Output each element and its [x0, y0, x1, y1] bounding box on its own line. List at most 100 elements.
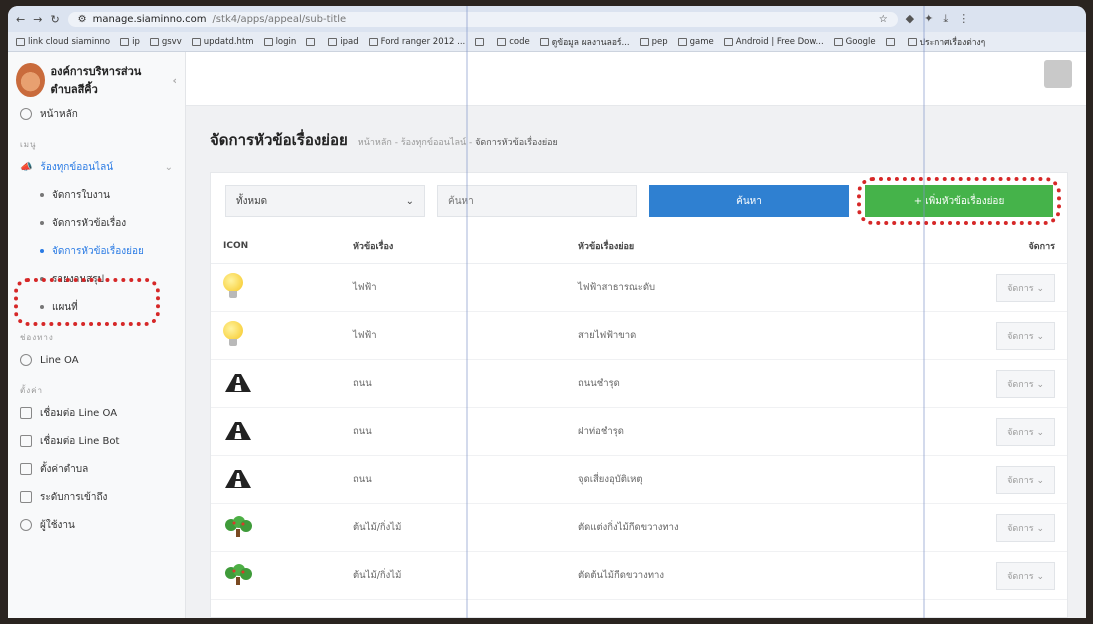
cell-subtopic: จุดเสี่ยงอุบัติเหตุ [566, 455, 867, 504]
breadcrumb-mid[interactable]: ร้องทุกข์ออนไลน์ [401, 138, 466, 148]
sidebar-item-connect-line-oa[interactable]: เชื่อมต่อ Line OA [8, 399, 185, 427]
sidebar-item-topics[interactable]: จัดการหัวข้อเรื่อง [8, 209, 185, 237]
sidebar-item-label: จัดการหัวข้อเรื่อง [52, 217, 127, 229]
cell-subtopic: ตัดต้นไม้กีดขวางทาง [566, 551, 867, 600]
bookmark-item[interactable]: ประกาศเรื่องต่างๆ [907, 35, 985, 49]
manage-dropdown-button[interactable]: จัดการ ⌄ [996, 513, 1055, 542]
folder-icon [263, 37, 273, 46]
reload-icon[interactable]: ↻ [50, 13, 59, 26]
sidebar-item-tickets[interactable]: จัดการใบงาน [8, 181, 185, 209]
sidebar-item-subdistrict-settings[interactable]: ตั้งค่าตำบล [8, 455, 185, 483]
cell-topic: ถนน [341, 359, 566, 408]
bookmark-item[interactable]: ดูข้อมูล ผลงานลอร์... [539, 35, 630, 49]
sidebar-item-complaints[interactable]: 📣 ร้องทุกข์ออนไลน์ ⌄ [8, 153, 185, 181]
bookmark-item[interactable]: ipad [328, 37, 359, 47]
table-row: ถนน ฝาท่อชำรุด จัดการ ⌄ [211, 407, 1067, 456]
star-icon[interactable]: ☆ [879, 14, 888, 25]
cell-topic: ถนน [341, 455, 566, 504]
folder-icon [497, 37, 507, 46]
screen: ← → ↻ ⚙ manage.siaminno.com/stk4/apps/ap… [8, 6, 1086, 618]
sidebar-item-label: รายงานสรุป [52, 273, 105, 285]
forward-icon[interactable]: → [33, 13, 42, 26]
bookmark-item[interactable] [885, 37, 898, 46]
cell-action: จัดการ ⌄ [866, 455, 1067, 504]
manage-dropdown-button[interactable]: จัดการ ⌄ [996, 417, 1055, 446]
sidebar-item-home[interactable]: หน้าหลัก [8, 100, 185, 128]
extension-icon[interactable]: ◆ [906, 12, 914, 26]
column-header-subtopic: หัวข้อเรื่องย่อย [566, 229, 867, 264]
cell-action: จัดการ ⌄ [866, 311, 1067, 360]
bookmarks-bar: link cloud siaminno ip gsvv updatd.htm login… [8, 32, 1086, 52]
sidebar-item-users[interactable]: ผู้ใช้งาน [8, 511, 185, 539]
bookmark-label: ดูข้อมูล ผลงานลอร์... [551, 37, 630, 48]
back-icon[interactable]: ← [16, 13, 25, 26]
bookmark-item[interactable]: updatd.htm [191, 37, 254, 47]
bookmark-item[interactable] [475, 37, 487, 46]
cell-topic: ไฟฟ้า [341, 263, 566, 312]
sidebar-item-line-oa[interactable]: Line OA [8, 346, 185, 374]
bookmark-item[interactable]: pep [639, 37, 668, 47]
cell-icon [211, 263, 341, 312]
breadcrumb-home[interactable]: หน้าหลัก [358, 138, 392, 148]
sidebar-item-map[interactable]: แผนที่ [8, 293, 185, 321]
chat-icon [20, 354, 32, 366]
cell-icon [211, 311, 341, 360]
table-row: ถนน ถนนชำรุด จัดการ ⌄ [211, 359, 1067, 408]
bookmark-item[interactable]: link cloud siaminno [16, 37, 110, 47]
bookmark-item[interactable]: Android | Free Dow... [723, 36, 824, 47]
folder-icon [677, 37, 687, 46]
bookmark-item[interactable]: ip [120, 37, 140, 47]
cell-topic: ถนน [341, 407, 566, 456]
top-bar [186, 52, 1086, 106]
download-icon[interactable]: ⤓ [943, 12, 948, 26]
main-content: จัดการหัวข้อเรื่องย่อย หน้าหลัก - ร้องทุ… [186, 52, 1086, 618]
bookmark-item[interactable]: code [497, 37, 530, 47]
avatar[interactable] [1044, 60, 1072, 88]
manage-dropdown-button[interactable]: จัดการ ⌄ [996, 561, 1055, 590]
sidebar-item-subtopics[interactable]: จัดการหัวข้อเรื่องย่อย [8, 237, 185, 265]
folder-icon [120, 37, 130, 46]
sidebar-item-label: ผู้ใช้งาน [40, 519, 75, 531]
url-host: manage.siaminno.com [92, 13, 207, 25]
manage-dropdown-button[interactable]: จัดการ ⌄ [996, 465, 1055, 494]
manage-dropdown-button[interactable]: จัดการ ⌄ [996, 321, 1055, 350]
org-logo [16, 63, 45, 97]
folder-icon [191, 37, 201, 46]
address-bar[interactable]: ⚙ manage.siaminno.com/stk4/apps/appeal/s… [67, 11, 898, 27]
topic-select[interactable]: ทั้งหมด ⌄ [225, 185, 425, 217]
manage-dropdown-button[interactable]: จัดการ ⌄ [996, 273, 1055, 302]
manage-dropdown-button[interactable]: จัดการ ⌄ [996, 369, 1055, 398]
lock-icon [20, 491, 32, 503]
cell-subtopic: ถนนชำรุด [566, 359, 867, 408]
collapse-icon[interactable]: ‹ [172, 74, 177, 87]
search-input[interactable] [437, 185, 637, 217]
folder-icon [368, 37, 378, 46]
bookmark-item[interactable]: game [677, 37, 714, 47]
sidebar-item-report[interactable]: รายงานสรุป [8, 265, 185, 293]
folder-icon [328, 37, 338, 46]
bookmark-label: code [509, 36, 530, 47]
puzzle-icon[interactable]: ✦ [924, 12, 933, 26]
bookmark-item[interactable]: Google [833, 37, 876, 47]
add-subtopic-button[interactable]: + เพิ่มหัวข้อเรื่องย่อย [865, 185, 1053, 217]
bookmark-label: Android | Free Dow... [735, 36, 824, 47]
chevron-down-icon: ⌄ [164, 161, 173, 173]
breadcrumb: หน้าหลัก - ร้องทุกข์ออนไลน์ - จัดการหัวข… [357, 138, 558, 148]
menu-icon[interactable]: ⋮ [958, 12, 969, 26]
link-icon [20, 407, 32, 419]
site-info-icon[interactable]: ⚙ [78, 14, 87, 25]
search-button[interactable]: ค้นหา [649, 185, 849, 217]
folder-icon [885, 37, 895, 46]
table-row: ไฟฟ้า สายไฟฟ้าขาด จัดการ ⌄ [211, 311, 1067, 360]
bookmark-item[interactable]: Ford ranger 2012 ... [368, 37, 465, 47]
bookmark-item[interactable]: login [263, 37, 296, 47]
cell-action: จัดการ ⌄ [866, 359, 1067, 408]
browser-toolbar: ← → ↻ ⚙ manage.siaminno.com/stk4/apps/ap… [8, 6, 1086, 32]
sidebar-item-connect-line-bot[interactable]: เชื่อมต่อ Line Bot [8, 427, 185, 455]
column-header-topic: หัวข้อเรื่อง [341, 229, 566, 264]
bookmark-item[interactable] [306, 37, 318, 46]
home-icon [20, 108, 32, 120]
sidebar-item-access-level[interactable]: ระดับการเข้าถึง [8, 483, 185, 511]
bookmark-item[interactable]: gsvv [149, 37, 182, 47]
folder-icon [475, 37, 485, 46]
